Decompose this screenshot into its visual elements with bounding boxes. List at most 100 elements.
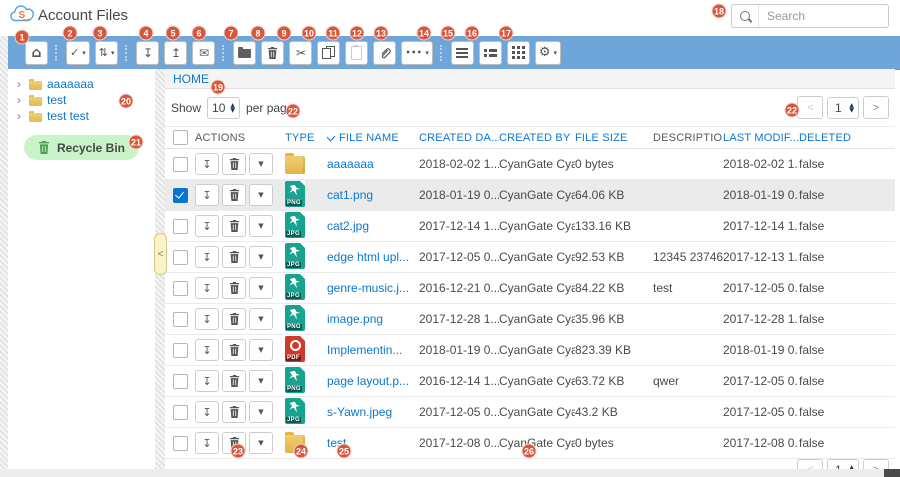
sort-button[interactable]: ⇅▾ xyxy=(95,41,119,65)
file-name-link[interactable]: page layout.p... xyxy=(327,374,419,388)
annotation-badge-22: 22 xyxy=(785,103,800,118)
column-header-file-size[interactable]: FILE SIZE xyxy=(575,132,653,144)
file-name-link[interactable]: image.png xyxy=(327,312,419,326)
row-checkbox[interactable] xyxy=(173,436,188,451)
file-name-link[interactable]: Implementin... xyxy=(327,343,419,357)
grid-view-button[interactable] xyxy=(507,41,530,65)
row-checkbox[interactable] xyxy=(173,343,188,358)
file-name-link[interactable]: cat2.jpg xyxy=(327,219,419,233)
select-button[interactable]: ✓▾ xyxy=(66,41,90,65)
last-modified-cell: 2018-02-02 1... xyxy=(723,157,799,171)
attach-button[interactable] xyxy=(373,41,396,65)
row-checkbox[interactable] xyxy=(173,188,188,203)
file-name-link[interactable]: s-Yawn.jpeg xyxy=(327,405,419,419)
settings-button[interactable]: ⚙▾ xyxy=(535,41,561,65)
row-delete-button[interactable] xyxy=(222,215,246,237)
row-delete-button[interactable] xyxy=(222,401,246,423)
expand-chevron-icon[interactable]: › xyxy=(17,78,24,90)
upload-button[interactable]: ↥ xyxy=(164,41,187,65)
expand-chevron-icon[interactable]: › xyxy=(17,110,24,122)
detail-view-button[interactable] xyxy=(479,41,502,65)
row-delete-button[interactable] xyxy=(222,370,246,392)
row-delete-button[interactable] xyxy=(222,246,246,268)
column-header-file-name[interactable]: FILE NAME xyxy=(327,132,419,144)
row-delete-button[interactable] xyxy=(222,339,246,361)
row-menu-button[interactable]: ▼ xyxy=(249,246,273,268)
sidebar-collapse-handle[interactable]: < xyxy=(154,233,167,275)
column-header-actions[interactable]: ACTIONS xyxy=(195,132,285,144)
row-download-button[interactable]: ↧ xyxy=(195,401,219,423)
recycle-bin-button[interactable]: Recycle Bin xyxy=(24,135,139,160)
file-name-link[interactable]: aaaaaaa xyxy=(327,157,419,171)
row-checkbox[interactable] xyxy=(173,250,188,265)
folder-icon xyxy=(238,49,251,58)
row-delete-button[interactable] xyxy=(222,153,246,175)
next-page-button[interactable]: > xyxy=(863,96,889,119)
file-name-link[interactable]: genre-music.j... xyxy=(327,281,419,295)
stepper-arrows-icon[interactable]: ▲▼ xyxy=(849,103,854,113)
row-download-button[interactable]: ↧ xyxy=(195,215,219,237)
file-size-cell: 63.72 KB xyxy=(575,374,653,388)
page-title: Account Files xyxy=(38,7,128,24)
expand-chevron-icon[interactable]: › xyxy=(17,94,24,106)
row-download-button[interactable]: ↧ xyxy=(195,308,219,330)
last-modified-cell: 2017-12-05 0... xyxy=(723,374,799,388)
column-header-created-by[interactable]: CREATED BY xyxy=(499,132,575,144)
row-download-button[interactable]: ↧ xyxy=(195,246,219,268)
row-menu-button[interactable]: ▼ xyxy=(249,184,273,206)
row-checkbox[interactable] xyxy=(173,157,188,172)
list-view-button[interactable] xyxy=(451,41,474,65)
row-checkbox[interactable] xyxy=(173,219,188,234)
file-name-link[interactable]: cat1.png xyxy=(327,188,419,202)
row-download-button[interactable]: ↧ xyxy=(195,432,219,454)
row-download-button[interactable]: ↧ xyxy=(195,153,219,175)
download-button[interactable]: ↧ xyxy=(136,41,159,65)
row-menu-button[interactable]: ▼ xyxy=(249,308,273,330)
row-menu-button[interactable]: ▼ xyxy=(249,339,273,361)
cut-button[interactable]: ✂ xyxy=(289,41,312,65)
row-checkbox[interactable] xyxy=(173,405,188,420)
row-menu-button[interactable]: ▼ xyxy=(249,370,273,392)
file-name-link[interactable]: edge html upl... xyxy=(327,250,419,264)
mail-icon: ✉ xyxy=(199,47,209,59)
email-button[interactable]: ✉ xyxy=(192,41,215,65)
per-page-stepper[interactable]: 10 ▲▼ xyxy=(207,97,240,119)
home-button[interactable]: ⌂ xyxy=(25,41,48,65)
prev-page-button[interactable]: < xyxy=(797,96,823,119)
row-checkbox[interactable] xyxy=(173,374,188,389)
select-all-checkbox[interactable] xyxy=(173,130,188,145)
row-download-button[interactable]: ↧ xyxy=(195,339,219,361)
row-menu-button[interactable]: ▼ xyxy=(249,277,273,299)
row-select-cell xyxy=(165,157,195,172)
row-menu-button[interactable]: ▼ xyxy=(249,432,273,454)
column-header-type[interactable]: TYPE xyxy=(285,132,327,144)
sidebar-folder-aaaaaaa[interactable]: ›aaaaaaa xyxy=(8,76,155,92)
row-download-button[interactable]: ↧ xyxy=(195,184,219,206)
sidebar-folder-test-test[interactable]: ›test test xyxy=(8,108,155,124)
row-menu-button[interactable]: ▼ xyxy=(249,215,273,237)
column-header-description[interactable]: DESCRIPTION xyxy=(653,132,723,144)
more-button[interactable]: •••▾ xyxy=(401,41,432,65)
row-actions: ↧▼ xyxy=(195,184,285,206)
viewdetail-icon xyxy=(484,48,497,58)
column-header-created-da-[interactable]: CREATED DA... xyxy=(419,132,499,144)
copy-button[interactable] xyxy=(317,41,340,65)
row-delete-button[interactable] xyxy=(222,184,246,206)
paste-button[interactable] xyxy=(345,41,368,65)
new-folder-button[interactable] xyxy=(233,41,256,65)
row-download-button[interactable]: ↧ xyxy=(195,277,219,299)
column-header-last-modif-[interactable]: LAST MODIF... xyxy=(723,132,799,144)
row-checkbox[interactable] xyxy=(173,312,188,327)
stepper-arrows-icon[interactable]: ▲▼ xyxy=(230,103,235,113)
delete-button[interactable] xyxy=(261,41,284,65)
row-download-button[interactable]: ↧ xyxy=(195,370,219,392)
row-delete-button[interactable] xyxy=(222,308,246,330)
page-number-stepper[interactable]: 1 ▲▼ xyxy=(827,97,859,119)
column-header-deleted[interactable]: DELETED xyxy=(799,132,895,144)
row-checkbox[interactable] xyxy=(173,281,188,296)
tab-home[interactable]: HOME xyxy=(173,72,209,86)
row-menu-button[interactable]: ▼ xyxy=(249,401,273,423)
row-delete-button[interactable] xyxy=(222,277,246,299)
search-input[interactable] xyxy=(759,9,888,23)
row-menu-button[interactable]: ▼ xyxy=(249,153,273,175)
